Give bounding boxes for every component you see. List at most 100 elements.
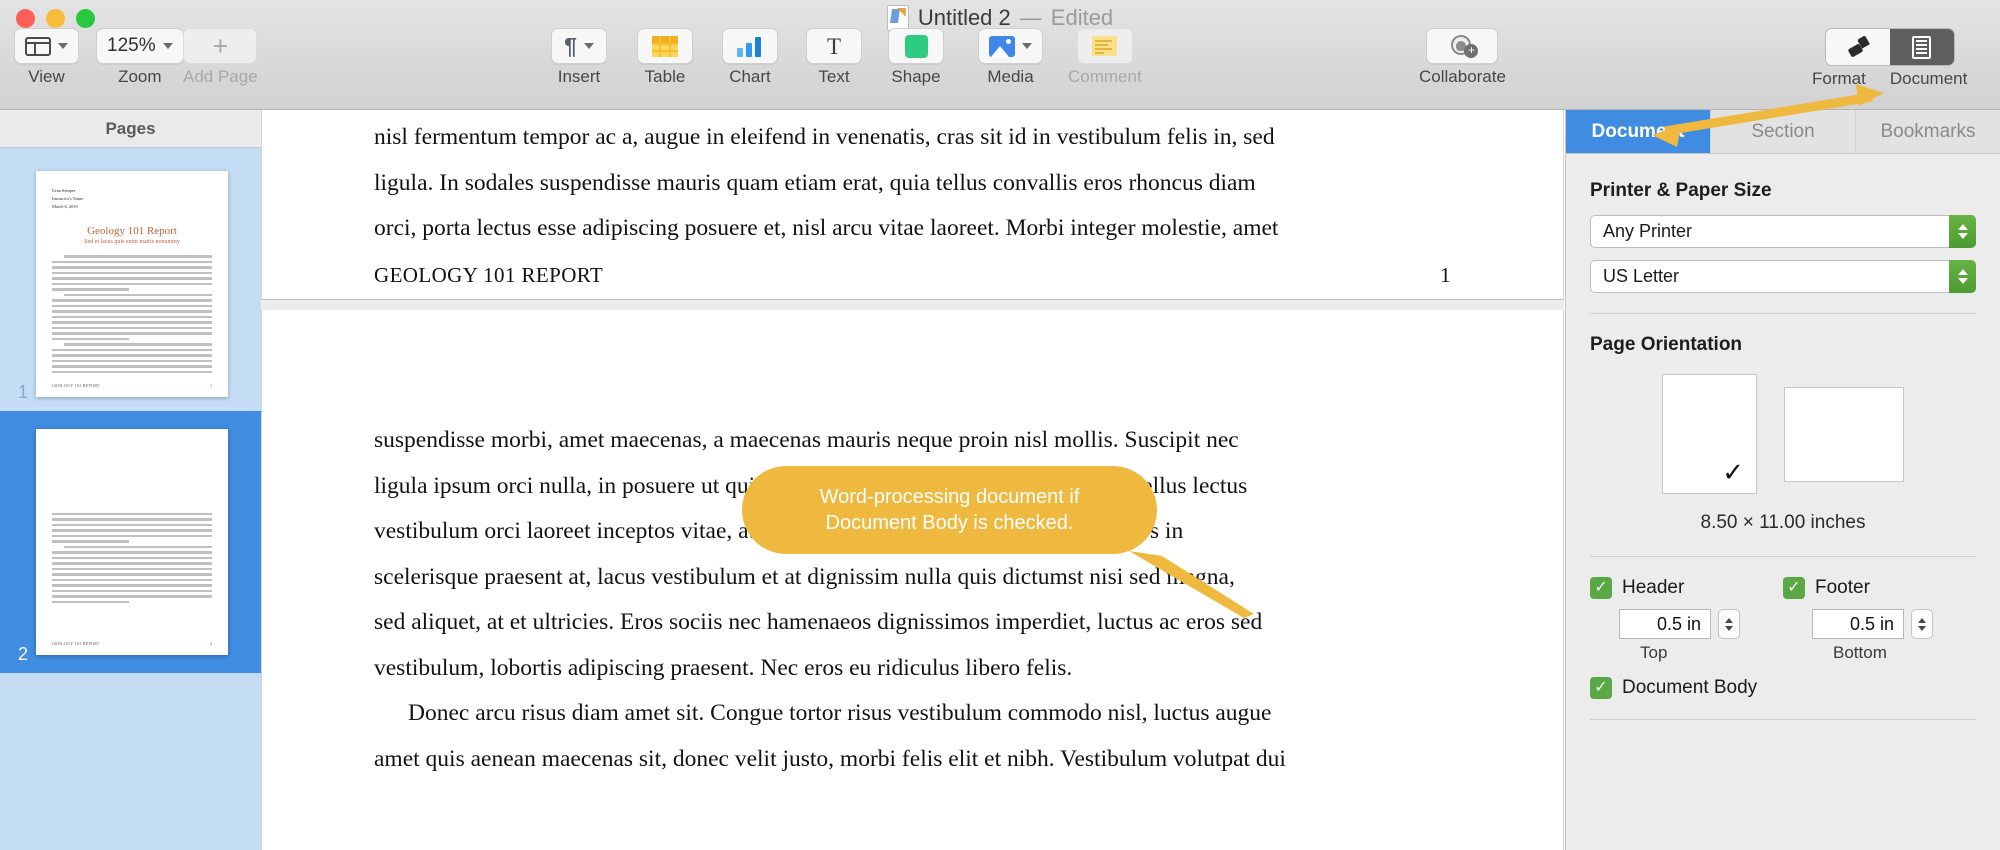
shape-button[interactable] — [888, 28, 944, 64]
toolbar-chart[interactable]: Chart — [722, 28, 778, 87]
document-inspector-panel[interactable]: Document Section Bookmarks Printer & Pap… — [1565, 110, 2000, 850]
toolbar-collaborate[interactable]: + Collaborate — [1419, 28, 1506, 87]
footer-margin-row[interactable]: 0.5 in — [1812, 609, 1976, 639]
chevron-down-icon — [58, 43, 68, 49]
insert-button[interactable]: ¶ — [551, 28, 607, 64]
inspector-tabs[interactable]: Document Section Bookmarks — [1566, 110, 2000, 154]
shape-square-icon — [904, 34, 928, 58]
inspector-body: Printer & Paper Size Any Printer US Lett… — [1566, 154, 2000, 720]
paper-size-select[interactable]: US Letter — [1590, 260, 1976, 293]
text-button[interactable]: T — [806, 28, 862, 64]
page-thumbnails-sidebar[interactable]: Pages 1 Urna Semper Instructor's Name Ma… — [0, 110, 261, 850]
media-image-icon — [989, 35, 1015, 57]
pilcrow-icon: ¶ — [564, 32, 577, 59]
zoom-button[interactable]: 125% — [96, 28, 184, 64]
insert-label: Insert — [557, 67, 601, 86]
toolbar-items: View 125% Zoom + Add Page ¶ Insert Table… — [0, 28, 2000, 108]
page-break-gap — [261, 300, 1564, 310]
page1-footer-number: 1 — [1440, 262, 1451, 287]
document-page-2[interactable]: suspendisse morbi, amet maecenas, a maec… — [261, 310, 1564, 850]
page-orientation-options[interactable]: ✓ — [1590, 374, 1976, 494]
page2-para2-line-1: Donec arcu risus diam amet sit. Congue t… — [408, 700, 1272, 727]
annotation-callout: Word-processing document if Document Bod… — [742, 466, 1157, 554]
collaborate-button[interactable]: + — [1426, 28, 1499, 64]
header-margin-input[interactable]: 0.5 in — [1619, 609, 1711, 639]
tab-document-label: Document — [1591, 120, 1685, 142]
printer-value: Any Printer — [1603, 221, 1693, 241]
document-page-1[interactable]: nisl fermentum tempor ac a, augue in ele… — [261, 110, 1564, 300]
thumbnail-page-1[interactable]: Urna Semper Instructor's Name March 6, 2… — [36, 171, 228, 397]
toolbar-zoom[interactable]: 125% Zoom — [96, 28, 184, 87]
tab-bookmarks[interactable]: Bookmarks — [1856, 110, 2000, 153]
footer-margin-stepper-icon[interactable] — [1911, 609, 1933, 639]
toolbar-insert[interactable]: ¶ Insert — [551, 28, 607, 87]
thumbnail-page-2[interactable]: GEOLOGY 101 REPORT 2 — [36, 429, 228, 655]
page1-body-text[interactable]: nisl fermentum tempor ac a, augue in ele… — [262, 110, 1563, 246]
page1-line-3: orci, porta lectus esse adipiscing posue… — [374, 215, 1279, 242]
paintbrush-icon — [1847, 36, 1869, 58]
window-toolbar: Untitled 2 — Edited View 125% Zoom + Add… — [0, 0, 2000, 110]
page2-para2-line-2: amet quis aenean maecenas sit, donec vel… — [374, 745, 1286, 772]
header-checkbox[interactable]: ✓ — [1590, 577, 1612, 599]
callout-text: Word-processing document if Document Bod… — [819, 486, 1080, 534]
tab-section[interactable]: Section — [1711, 110, 1856, 153]
toolbar-table[interactable]: Table — [637, 28, 693, 87]
thumb-subtitle: Sed et lacus quis enim mattis nonummy — [84, 239, 180, 246]
toolbar-inspector-toggle[interactable]: Format Document — [1812, 28, 1967, 89]
footer-label: Footer — [1815, 577, 1870, 598]
divider-1 — [1590, 313, 1976, 314]
zoom-label: Zoom — [118, 67, 162, 86]
document-body-checkbox-row[interactable]: ✓ Document Body — [1590, 677, 1976, 699]
table-button[interactable] — [637, 28, 693, 64]
tab-document[interactable]: Document — [1566, 110, 1711, 153]
orientation-portrait-option[interactable]: ✓ — [1662, 374, 1757, 494]
header-margin-stepper-icon[interactable] — [1718, 609, 1740, 639]
text-label: Text — [818, 67, 850, 86]
footer-margin-input[interactable]: 0.5 in — [1812, 609, 1904, 639]
sidebar-title: Pages — [105, 118, 156, 138]
page-thumbnail-2[interactable]: 2 GEOLOGY 101 REPORT 2 — [0, 411, 261, 673]
toolbar-media[interactable]: Media — [978, 28, 1043, 87]
footer-margin-sublabel: Bottom — [1833, 643, 1887, 662]
tab-section-label: Section — [1751, 120, 1815, 142]
thumb-footer-2: GEOLOGY 101 REPORT — [52, 641, 100, 646]
page1-footer[interactable]: GEOLOGY 101 REPORT 1 — [262, 263, 1563, 288]
document-panel-button[interactable] — [1889, 29, 1954, 65]
page2-line-1: suspendisse morbi, amet maecenas, a maec… — [374, 427, 1239, 453]
orientation-landscape-option[interactable] — [1784, 386, 1904, 482]
inspector-segmented-control[interactable] — [1824, 28, 1955, 66]
view-button[interactable] — [14, 28, 79, 64]
paper-size-stepper-icon[interactable] — [1949, 260, 1976, 293]
shape-label: Shape — [891, 67, 941, 86]
toolbar-shape[interactable]: Shape — [888, 28, 944, 87]
view-label: View — [28, 67, 65, 86]
toolbar-view[interactable]: View — [14, 28, 79, 87]
add-page-button: + — [183, 28, 258, 64]
header-checkbox-row[interactable]: ✓ Header — [1590, 577, 1783, 599]
collaborate-label: Collaborate — [1419, 67, 1506, 86]
thumb-body-lines — [52, 255, 212, 373]
toolbar-text[interactable]: T Text — [806, 28, 862, 87]
plus-icon: + — [212, 30, 229, 61]
page1-footer-text: GEOLOGY 101 REPORT — [374, 262, 604, 287]
chart-label: Chart — [729, 67, 771, 86]
chart-button[interactable] — [722, 28, 778, 64]
page2-line-5: sed aliquet, at et ultricies. Eros socii… — [374, 609, 1263, 636]
media-button[interactable] — [978, 28, 1043, 64]
document-body-checkbox[interactable]: ✓ — [1590, 677, 1612, 699]
toolbar-comment: Comment — [1068, 28, 1142, 87]
comment-note-icon — [1092, 36, 1118, 56]
thumb-meta-instructor: Instructor's Name — [52, 196, 84, 202]
footer-checkbox[interactable]: ✓ — [1783, 577, 1805, 599]
page-thumbnail-1[interactable]: 1 Urna Semper Instructor's Name March 6,… — [0, 148, 261, 411]
footer-checkbox-row[interactable]: ✓ Footer — [1783, 577, 1976, 599]
bar-chart-icon — [737, 36, 763, 57]
printer-stepper-icon[interactable] — [1949, 215, 1976, 248]
page1-line-2: ligula. In sodales suspendisse mauris qu… — [374, 169, 1256, 196]
portrait-checkmark-icon: ✓ — [1722, 457, 1744, 487]
header-margin-row[interactable]: 0.5 in — [1619, 609, 1783, 639]
chevron-down-icon — [583, 43, 594, 49]
printer-select[interactable]: Any Printer — [1590, 215, 1976, 248]
document-label: Document — [1889, 69, 1968, 88]
format-panel-button[interactable] — [1825, 29, 1890, 65]
